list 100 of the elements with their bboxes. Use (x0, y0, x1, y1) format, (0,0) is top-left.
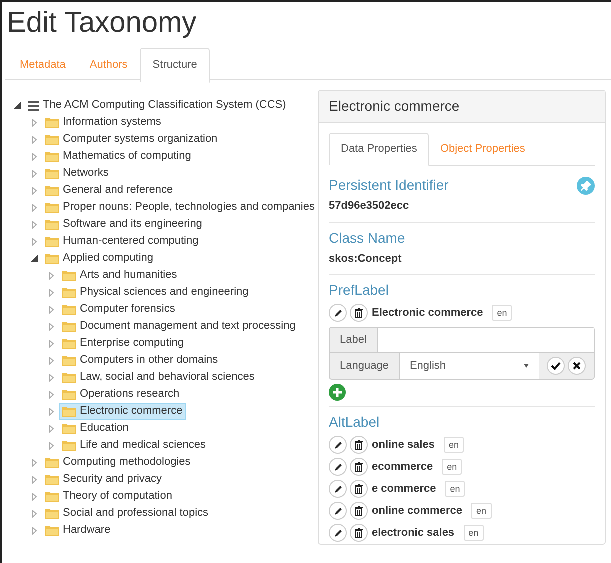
folder-icon (62, 355, 76, 366)
expand-toggle-icon[interactable] (48, 408, 54, 416)
edit-button[interactable] (329, 304, 347, 322)
tab[interactable]: Data Properties (329, 133, 430, 166)
class-name-value: skos:Concept (329, 252, 403, 266)
trash-icon (355, 528, 363, 538)
expand-toggle-icon[interactable] (32, 118, 36, 126)
language-tag: en (442, 459, 462, 475)
expand-toggle-icon[interactable] (48, 356, 54, 364)
folder-icon (45, 236, 59, 247)
tree-item[interactable]: Social and professional topics (42, 505, 212, 522)
tree-item[interactable]: Theory of computation (42, 488, 176, 505)
tree-item[interactable]: Document management and text processing (59, 318, 299, 335)
tree-item[interactable]: Networks (42, 165, 112, 182)
expand-toggle-icon[interactable] (32, 476, 36, 484)
folder-icon (45, 508, 59, 519)
tree-item[interactable]: Software and its engineering (42, 216, 206, 233)
expand-toggle-icon[interactable] (48, 442, 54, 450)
expand-toggle-icon[interactable] (32, 170, 36, 178)
label-text: online commerce (372, 504, 462, 519)
folder-icon (45, 219, 59, 230)
trash-icon (355, 506, 363, 516)
pin-button[interactable] (577, 176, 595, 194)
tree-item[interactable]: Information systems (42, 114, 164, 131)
trash-icon (355, 462, 363, 472)
folder-icon (45, 151, 59, 162)
folder-icon (45, 457, 59, 468)
collapse-toggle-icon[interactable] (30, 255, 38, 262)
delete-button[interactable] (350, 304, 368, 322)
pencil-icon (334, 528, 342, 538)
expand-toggle-icon[interactable] (32, 220, 36, 228)
expand-toggle-icon[interactable] (32, 238, 36, 246)
expand-toggle-icon[interactable] (48, 390, 54, 398)
expand-toggle-icon[interactable] (32, 186, 36, 194)
add-button[interactable] (329, 384, 346, 401)
delete-button[interactable] (350, 524, 368, 542)
expand-toggle-icon[interactable] (32, 526, 36, 534)
label-text: e commerce (372, 482, 436, 497)
trash-icon (355, 308, 363, 318)
tree-item[interactable]: Life and medical sciences (59, 437, 209, 454)
expand-toggle-icon[interactable] (32, 492, 36, 500)
folder-icon (62, 321, 76, 332)
expand-toggle-icon[interactable] (48, 288, 54, 296)
label-text: Electronic commerce (372, 306, 484, 321)
tree-item[interactable]: Applied computing (42, 250, 157, 267)
delete-button[interactable] (350, 502, 368, 520)
tree-item[interactable]: Hardware (42, 522, 114, 539)
tree-item[interactable]: Mathematics of computing (42, 148, 194, 165)
tree-item[interactable]: Enterprise computing (59, 335, 187, 352)
folder-icon (45, 202, 59, 213)
tree-item[interactable]: The ACM Computing Classification System (CCS) (25, 97, 290, 114)
edit-button[interactable] (329, 524, 347, 542)
tab[interactable]: Structure (140, 48, 210, 83)
list-icon (28, 100, 39, 110)
expand-toggle-icon[interactable] (48, 340, 54, 348)
expand-toggle-icon[interactable] (32, 204, 36, 212)
language-tag: en (492, 305, 512, 321)
tree-item[interactable]: Computing methodologies (42, 454, 194, 471)
folder-icon (62, 372, 76, 383)
tree-item[interactable]: Computers in other domains (59, 352, 222, 369)
tree-item[interactable]: Law, social and behavioral sciences (59, 369, 258, 386)
tree-item[interactable]: Arts and humanities (59, 267, 180, 284)
expand-toggle-icon[interactable] (48, 272, 54, 280)
pin-icon (581, 180, 591, 190)
expand-toggle-icon[interactable] (48, 306, 54, 314)
edit-button[interactable] (329, 480, 347, 498)
tree-item[interactable]: Computer forensics (59, 301, 178, 318)
folder-icon (45, 134, 59, 145)
label-text: ecommerce (372, 460, 434, 475)
tree-item[interactable]: Operations research (59, 386, 183, 403)
tree-item[interactable]: Education (59, 420, 132, 437)
tree-item[interactable]: Physical sciences and engineering (59, 284, 252, 301)
label-text: electronic sales (372, 526, 455, 541)
expand-toggle-icon[interactable] (32, 510, 36, 518)
expand-toggle-icon[interactable] (48, 374, 54, 382)
edit-button[interactable] (329, 502, 347, 520)
expand-toggle-icon[interactable] (48, 322, 54, 330)
tree-item[interactable]: Electronic commerce (59, 403, 186, 420)
folder-icon (62, 440, 76, 451)
tree-item[interactable]: General and reference (42, 182, 176, 199)
folder-icon (62, 304, 76, 315)
expand-toggle-icon[interactable] (48, 424, 54, 432)
folder-icon (45, 253, 59, 264)
delete-button[interactable] (350, 436, 368, 454)
folder-icon (62, 270, 76, 281)
folder-icon (62, 423, 76, 434)
edit-button[interactable] (329, 458, 347, 476)
language-tag: en (464, 525, 484, 541)
tree-item[interactable]: Proper nouns: People, technologies and companies (42, 199, 318, 216)
delete-button[interactable] (350, 480, 368, 498)
edit-button[interactable] (329, 436, 347, 454)
collapse-toggle-icon[interactable] (14, 102, 20, 109)
delete-button[interactable] (350, 458, 368, 476)
tree-item[interactable]: Security and privacy (42, 471, 166, 488)
expand-toggle-icon[interactable] (32, 152, 36, 160)
tree-item[interactable]: Human-centered computing (42, 233, 202, 250)
expand-toggle-icon[interactable] (32, 136, 36, 144)
folder-icon (62, 389, 76, 400)
tree-item[interactable]: Computer systems organization (42, 131, 221, 148)
expand-toggle-icon[interactable] (32, 458, 36, 466)
